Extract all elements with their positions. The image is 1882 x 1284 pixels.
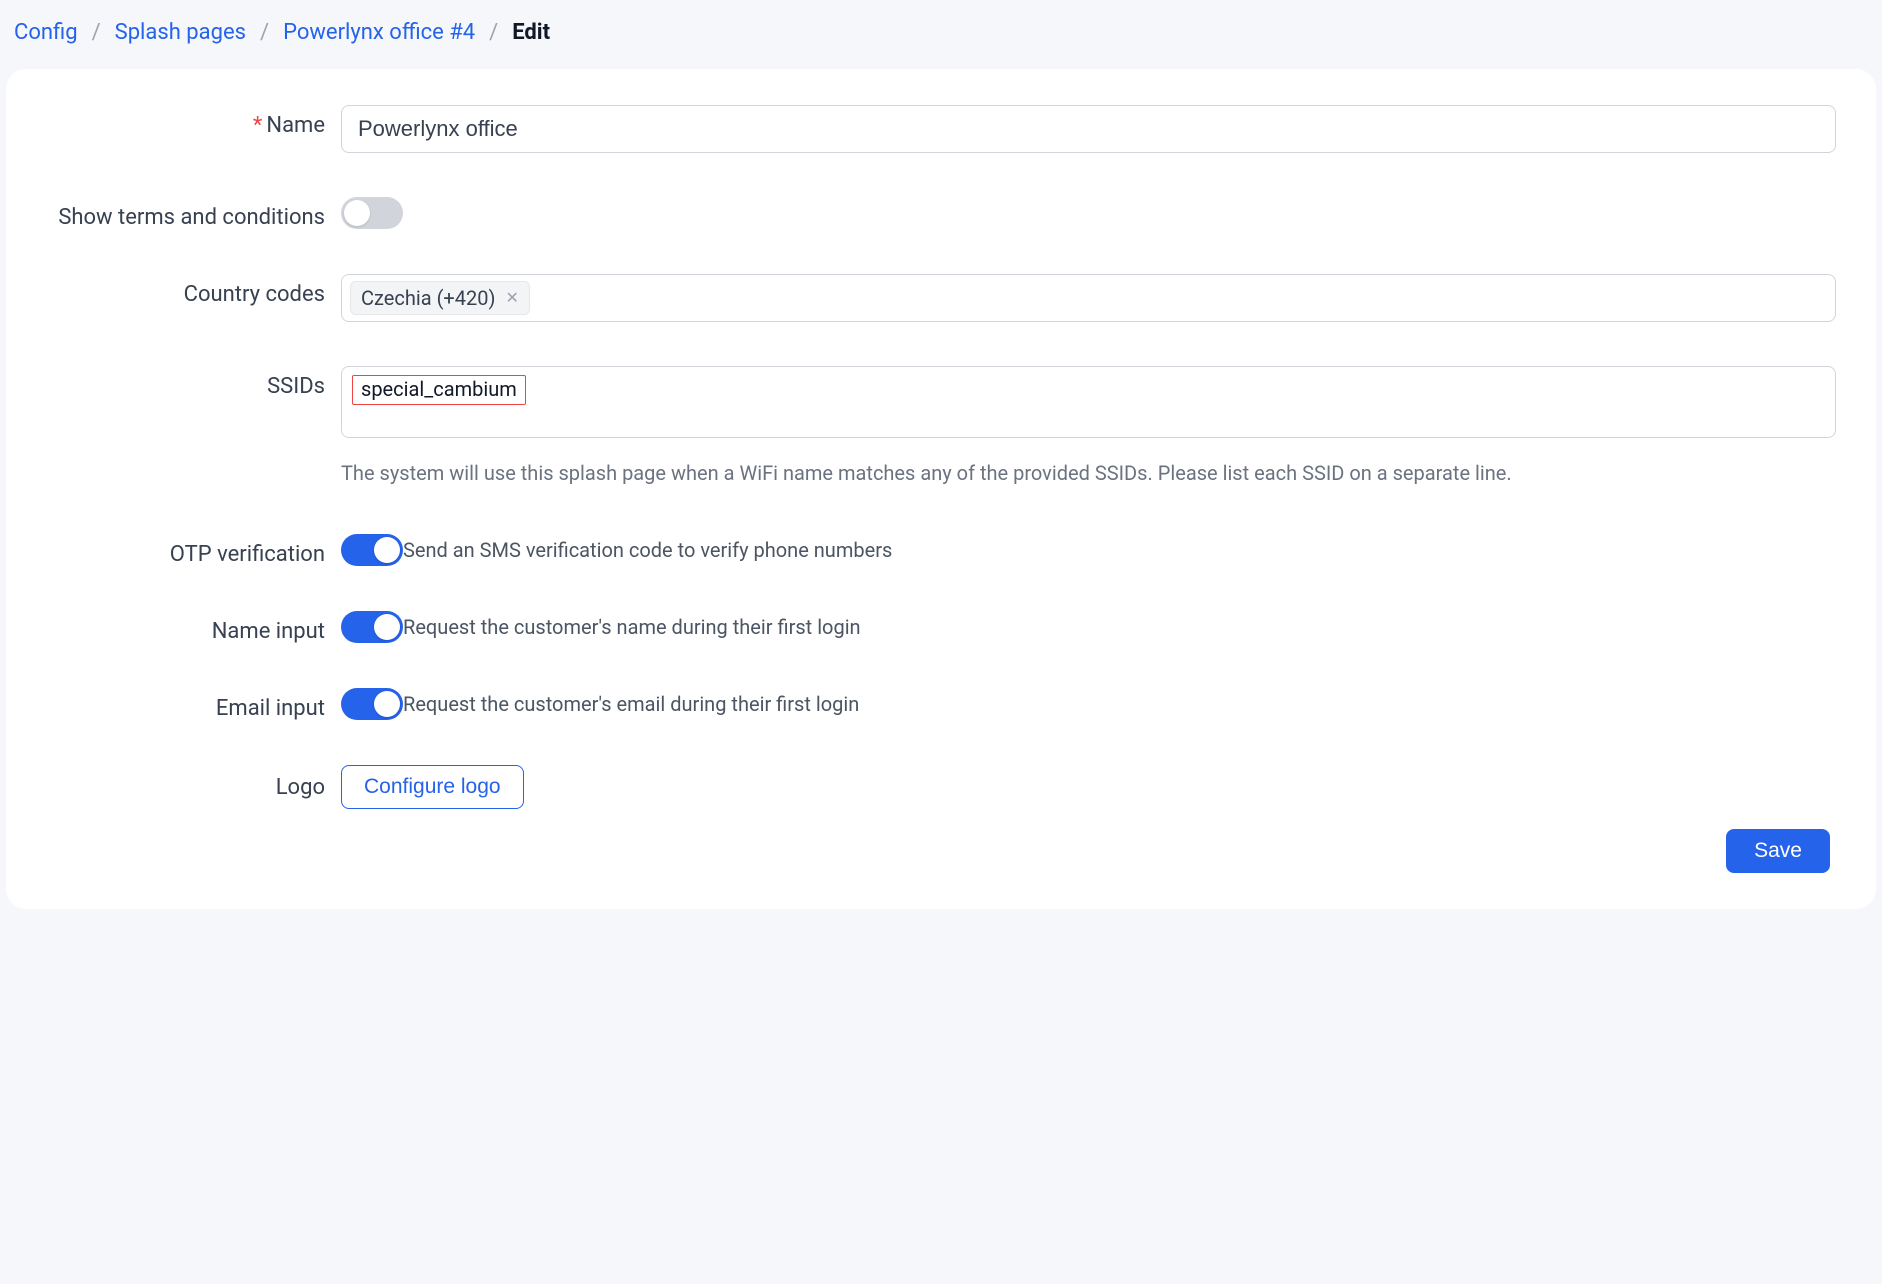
breadcrumb-config[interactable]: Config (14, 20, 78, 45)
breadcrumb-separator: / (260, 20, 269, 45)
ssids-label: SSIDs (46, 366, 341, 399)
close-icon[interactable]: ✕ (505, 290, 518, 306)
breadcrumb-separator: / (92, 20, 101, 45)
show-terms-label: Show terms and conditions (46, 197, 341, 230)
country-codes-input[interactable]: Czechia (+420) ✕ (341, 274, 1836, 322)
ssids-help-text: The system will use this splash page whe… (341, 456, 1836, 490)
configure-logo-button[interactable]: Configure logo (341, 765, 524, 809)
name-input-description: Request the customer's name during their… (403, 615, 861, 639)
ssids-input[interactable]: special_cambium (341, 366, 1836, 438)
breadcrumb-current: Edit (512, 20, 550, 45)
country-codes-label: Country codes (46, 274, 341, 307)
email-input-toggle[interactable] (341, 688, 403, 720)
ssid-value: special_cambium (352, 375, 526, 405)
email-input-label: Email input (46, 688, 341, 721)
otp-label: OTP verification (46, 534, 341, 567)
save-button[interactable]: Save (1726, 829, 1830, 873)
breadcrumb: Config / Splash pages / Powerlynx office… (0, 0, 1882, 69)
name-input[interactable] (341, 105, 1836, 153)
breadcrumb-separator: / (489, 20, 498, 45)
required-mark: * (253, 113, 262, 138)
email-input-description: Request the customer's email during thei… (403, 692, 859, 716)
show-terms-toggle[interactable] (341, 197, 403, 229)
logo-label: Logo (46, 765, 341, 800)
country-code-tag-label: Czechia (+420) (361, 286, 495, 310)
otp-toggle[interactable] (341, 534, 403, 566)
breadcrumb-splash-pages[interactable]: Splash pages (115, 20, 246, 45)
country-code-tag: Czechia (+420) ✕ (350, 281, 530, 315)
name-input-toggle[interactable] (341, 611, 403, 643)
name-input-label: Name input (46, 611, 341, 644)
breadcrumb-item[interactable]: Powerlynx office #4 (283, 20, 475, 45)
otp-description: Send an SMS verification code to verify … (403, 538, 892, 562)
form-card: *Name Show terms and conditions Country … (6, 69, 1876, 909)
name-label: *Name (46, 105, 341, 138)
